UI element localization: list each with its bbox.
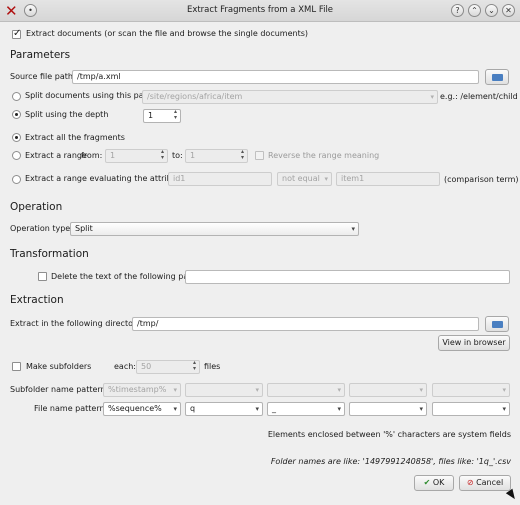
extract-attribute-label: Extract a range evaluating the attribute [25,174,185,183]
extract-documents-label: Extract documents (or scan the file and … [26,29,309,38]
from-label: from: [81,151,103,160]
subfolder-pattern-field-4[interactable]: ▾ [349,383,427,397]
file-pattern-field-3[interactable]: _ ▾ [267,402,345,416]
subfolder-pattern-field-3[interactable]: ▾ [267,383,345,397]
browse-directory-folder-icon[interactable] [485,316,509,332]
subfolder-pattern-label: Subfolder name pattern: [10,385,109,394]
delete-text-checkbox[interactable] [38,272,47,281]
subfolder-pattern-field-2[interactable]: ▾ [185,383,263,397]
extract-range-radio[interactable] [12,151,21,160]
file-pattern-field-2[interactable]: q ▾ [185,402,263,416]
range-to-spinbox[interactable]: 1 ▴ ▾ [185,149,248,163]
mouse-cursor-icon [505,488,519,502]
split-path-hint: e.g.: /element/child [440,92,518,101]
transformation-heading: Transformation [10,248,89,260]
cancel-button[interactable]: ⊘ Cancel [459,475,511,491]
shade-icon[interactable]: ⌃ [468,4,481,17]
range-from-spinbox[interactable]: 1 ▴ ▾ [105,149,168,163]
split-path-label: Split documents using this path: [25,91,155,100]
ok-check-icon: ✔ [423,478,431,487]
files-label: files [204,362,221,371]
source-file-label: Source file path: [10,72,76,81]
ok-label: OK [432,478,445,487]
make-subfolders-label: Make subfolders [26,362,92,371]
subfolder-pattern-field-5[interactable]: ▾ [432,383,510,397]
subfolder-pattern-field-1[interactable]: %timestamp% ▾ [103,383,181,397]
file-pattern-label: File name pattern: [34,404,108,413]
comparison-term-label: (comparison term) [444,175,519,184]
each-label: each: [114,362,136,371]
cancel-label: Cancel [476,478,504,487]
extract-attribute-radio[interactable] [12,175,21,184]
reverse-range-label: Reverse the range meaning [268,151,380,160]
attribute-operator-combo[interactable]: not equal ▾ [277,172,332,186]
extract-range-label: Extract a range [25,151,87,160]
ok-button[interactable]: ✔ OK [414,475,454,491]
file-pattern-field-5[interactable]: ▾ [432,402,510,416]
split-depth-label: Split using the depth [25,110,109,119]
split-path-radio[interactable] [12,92,21,101]
split-depth-spinbox[interactable]: 1 ▴ ▾ [143,109,181,123]
window-title: Extract Fragments from a XML File [186,5,334,15]
browse-source-folder-icon[interactable] [485,69,509,85]
help-icon[interactable]: ? [451,4,464,17]
attribute-name-input[interactable]: id1 [168,172,272,186]
split-depth-radio[interactable] [12,110,21,119]
operation-heading: Operation [10,201,63,213]
delete-text-label: Delete the text of the following path [51,272,197,281]
system-fields-note: Elements enclosed between '%' characters… [267,430,511,439]
to-label: to: [172,151,183,160]
reverse-range-checkbox[interactable] [255,151,264,160]
minimize-icon[interactable]: ⌄ [485,4,498,17]
delete-path-input[interactable] [185,270,510,284]
extract-directory-input[interactable]: /tmp/ [132,317,479,331]
files-per-folder-spinbox[interactable]: 50 ▴ ▾ [136,360,200,374]
operation-type-combo[interactable]: Split ▾ [70,222,359,236]
close-icon[interactable]: ✕ [502,4,515,17]
cancel-icon: ⊘ [466,478,474,487]
operation-type-label: Operation type: [10,224,73,233]
check-mark-icon: ✓ [13,28,22,39]
extract-all-radio[interactable] [12,133,21,142]
split-path-combo[interactable]: /site/regions/africa/item ▾ [142,90,438,104]
extract-all-label: Extract all the fragments [25,133,125,142]
parameters-heading: Parameters [10,49,71,61]
make-subfolders-checkbox[interactable] [12,362,21,371]
view-in-browser-button[interactable]: View in browser [438,335,510,351]
source-file-input[interactable]: /tmp/a.xml [72,70,479,84]
extract-directory-label: Extract in the following directory: [10,319,144,328]
file-pattern-field-4[interactable]: ▾ [349,402,427,416]
extraction-heading: Extraction [10,294,64,306]
file-pattern-field-1[interactable]: %sequence% ▾ [103,402,181,416]
comparison-term-input[interactable]: item1 [336,172,440,186]
naming-example: Folder names are like: '1497991240858', … [270,457,511,466]
